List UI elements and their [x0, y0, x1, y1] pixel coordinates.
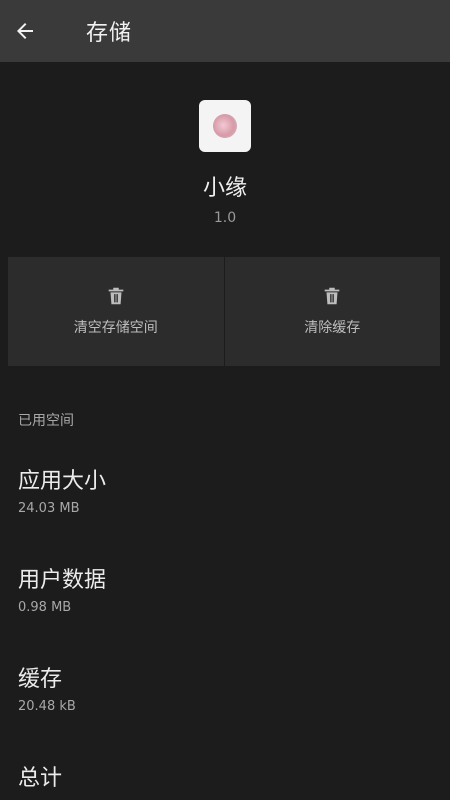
clear-storage-button[interactable]: 清空存储空间	[8, 257, 224, 366]
list-item-user-data: 用户数据 0.98 MB	[18, 562, 106, 615]
item-title: 应用大小	[18, 469, 107, 494]
app-version: 1.0	[213, 210, 237, 226]
page-title: 存储	[86, 21, 133, 46]
trash-icon	[324, 287, 340, 304]
trash-icon	[108, 287, 124, 304]
list-item-app-size: 应用大小 24.03 MB	[18, 463, 106, 516]
app-name: 小缘	[202, 176, 247, 201]
storage-actions: 清空存储空间 清除缓存	[8, 257, 440, 366]
clear-cache-button[interactable]: 清除缓存	[223, 257, 441, 366]
item-value: 0.98 MB	[18, 600, 72, 615]
list-item-cache: 缓存 20.48 kB	[18, 661, 76, 714]
item-title: 缓存	[18, 667, 63, 692]
app-header: 小缘 1.0	[0, 62, 450, 242]
item-title: 总计	[18, 766, 63, 791]
app-bar: 存储	[0, 0, 450, 62]
clear-cache-label: 清除缓存	[304, 319, 361, 336]
list-item-total: 总计	[18, 760, 62, 798]
item-value: 20.48 kB	[18, 699, 76, 714]
section-title-used-space: 已用空间	[18, 413, 74, 429]
app-logo-icon	[209, 110, 241, 142]
app-icon	[199, 100, 251, 152]
item-value: 24.03 MB	[18, 501, 80, 516]
arrow-left-icon	[17, 23, 33, 39]
item-title: 用户数据	[18, 568, 107, 593]
clear-storage-label: 清空存储空间	[73, 319, 158, 336]
back-button[interactable]	[2, 8, 48, 54]
